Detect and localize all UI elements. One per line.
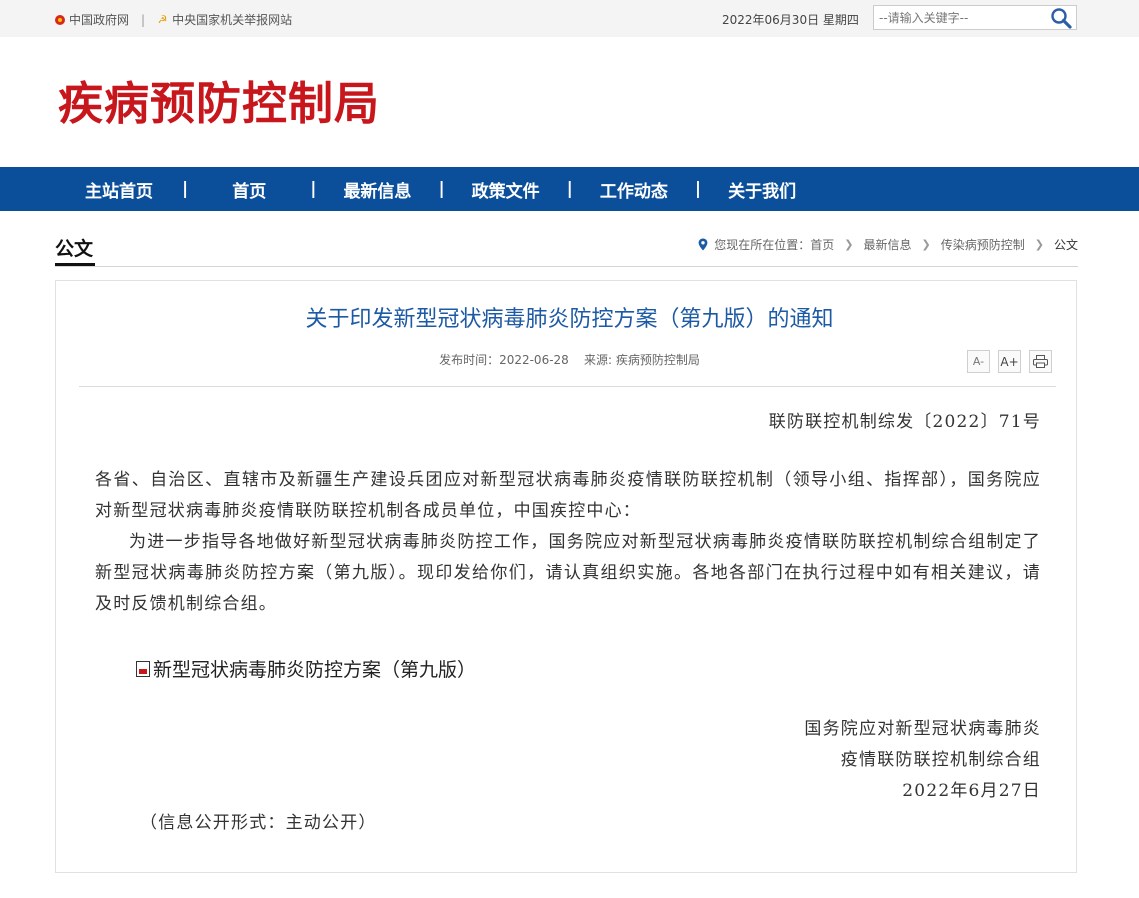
gov-portal-label: 中国政府网 — [69, 13, 130, 27]
search-icon — [1051, 8, 1072, 29]
breadcrumb-home[interactable]: 首页 — [810, 236, 834, 253]
signature-line-2: 疫情联防联控机制综合组 — [840, 750, 1041, 770]
attachment: 新型冠状病毒肺炎防控方案（第九版） — [136, 655, 476, 682]
nav-work-news[interactable]: 工作动态 — [573, 177, 695, 202]
font-decrease-label: A- — [972, 355, 985, 368]
document-number: 联防联控机制综发〔2022〕71号 — [768, 412, 1041, 432]
font-increase-label: A+ — [1000, 354, 1019, 369]
pdf-file-icon — [136, 660, 150, 677]
national-emblem-icon — [55, 14, 65, 25]
article-divider — [79, 386, 1056, 387]
breadcrumb-latest-info[interactable]: 最新信息 — [864, 236, 912, 253]
signature: 国务院应对新型冠状病毒肺炎 疫情联防联控机制综合组 2022年6月27日 — [804, 714, 1041, 807]
section-title: 公文 — [55, 238, 94, 260]
top-bar: 中国政府网 | ☭ 中央国家机关举报网站 2022年06月30日 星期四 — [0, 0, 1139, 37]
party-emblem-icon: ☭ — [157, 13, 168, 26]
nav-latest-info[interactable]: 最新信息 — [316, 177, 438, 202]
search-button[interactable] — [1049, 7, 1073, 29]
current-date: 2022年06月30日 星期四 — [722, 13, 859, 27]
breadcrumb-prefix: 您现在所在位置： — [714, 238, 811, 252]
nav-about-us[interactable]: 关于我们 — [701, 177, 823, 202]
top-link-separator: | — [141, 12, 146, 27]
section-divider — [55, 266, 1078, 267]
print-button[interactable] — [1029, 350, 1052, 373]
signature-line-1: 国务院应对新型冠状病毒肺炎 — [804, 719, 1041, 739]
font-increase-button[interactable]: A+ — [998, 350, 1021, 373]
report-site-label: 中央国家机关举报网站 — [172, 13, 293, 27]
signature-date: 2022年6月27日 — [902, 781, 1041, 801]
body-paragraph: 为进一步指导各地做好新型冠状病毒肺炎防控工作，国务院应对新型冠状病毒肺炎疫情联防… — [95, 532, 1041, 614]
font-decrease-button[interactable]: A- — [967, 350, 990, 373]
top-links: 中国政府网 | ☭ 中央国家机关举报网站 — [55, 11, 292, 28]
main-nav: 主站首页 | 首页 | 最新信息 | 政策文件 | 工作动态 | 关于我们 — [0, 167, 1139, 211]
nav-home[interactable]: 首页 — [188, 177, 310, 202]
chevron-right-icon: ❯ — [844, 238, 854, 251]
print-icon — [1033, 355, 1048, 368]
article-tools: A- A+ — [967, 350, 1060, 373]
disclosure-note: （信息公开形式：主动公开） — [140, 813, 377, 833]
search-input[interactable] — [874, 6, 1049, 29]
attachment-link[interactable]: 新型冠状病毒肺炎防控方案（第九版） — [153, 655, 476, 682]
gov-portal-link[interactable]: 中国政府网 — [55, 11, 129, 28]
chevron-right-icon: ❯ — [1034, 238, 1044, 251]
article-title: 关于印发新型冠状病毒肺炎防控方案（第九版）的通知 — [305, 307, 834, 332]
addressee-paragraph: 各省、自治区、直辖市及新疆生产建设兵团应对新型冠状病毒肺炎疫情联防联控机制（领导… — [95, 470, 1041, 521]
nav-main-site-home[interactable]: 主站首页 — [56, 177, 182, 202]
location-pin-icon — [698, 238, 708, 251]
breadcrumb-current: 公文 — [1053, 238, 1078, 252]
nav-policy-documents[interactable]: 政策文件 — [445, 177, 567, 202]
breadcrumb-infectious-disease[interactable]: 传染病预防控制 — [941, 236, 1025, 253]
search-box — [873, 5, 1077, 30]
report-site-link[interactable]: ☭ 中央国家机关举报网站 — [157, 11, 292, 28]
site-logo[interactable]: 疾病预防控制局 — [58, 76, 380, 132]
chevron-right-icon: ❯ — [921, 238, 931, 251]
section-title-underline — [55, 263, 95, 266]
breadcrumb: 您现在所在位置： 首页 ❯ 最新信息 ❯ 传染病预防控制 ❯ 公文 — [698, 236, 1078, 253]
